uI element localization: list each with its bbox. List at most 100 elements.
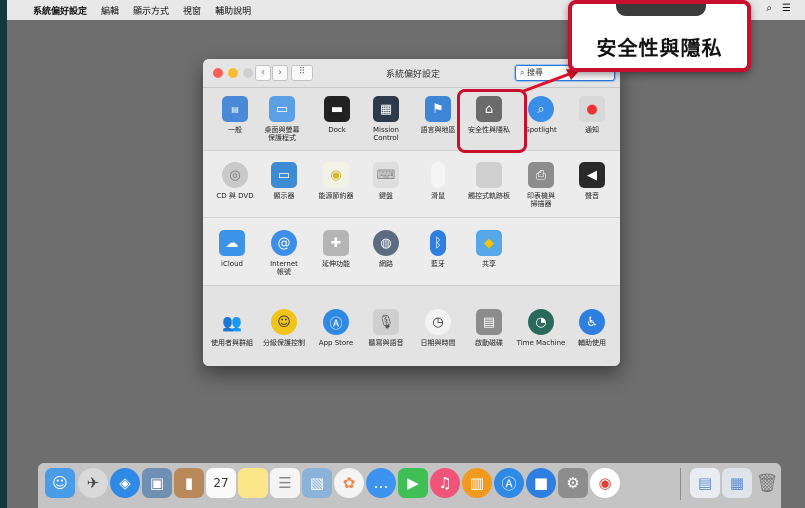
pref-time-machine[interactable]: ◔ Time Machine: [516, 309, 566, 347]
safari-icon[interactable]: ◈: [110, 468, 140, 498]
microphone-icon: 🎙: [373, 309, 399, 335]
menu-edit[interactable]: 編輯: [101, 4, 119, 17]
photos-icon[interactable]: ✿: [334, 468, 364, 498]
pref-bluetooth[interactable]: ᛒ 藍牙: [413, 230, 463, 268]
pref-parental-controls[interactable]: ☺ 分級保護控制: [259, 309, 309, 347]
chrome-icon[interactable]: ◉: [590, 468, 620, 498]
accessibility-icon: ♿: [579, 309, 605, 335]
system-preferences-dock-icon[interactable]: ⚙: [558, 468, 588, 498]
cloud-icon: ☁: [219, 230, 245, 256]
preview-icon[interactable]: ▧: [302, 468, 332, 498]
zoom-app-icon[interactable]: ■: [526, 468, 556, 498]
keyboard-icon: ⌨: [373, 162, 399, 188]
pref-users-groups[interactable]: 👥 使用者與群組: [207, 309, 257, 348]
show-all-button[interactable]: ⠿: [291, 65, 313, 81]
lock-house-icon: [616, 4, 706, 16]
at-sign-icon: @: [271, 230, 297, 256]
close-button[interactable]: [213, 68, 223, 78]
system-preferences-window: ‹ › ⠿ 系統偏好設定 ⌕ 搜尋 ▤ 一般 ▭ 桌面與螢幕 保護程式 ▬ Do…: [203, 59, 620, 366]
back-button[interactable]: ‹: [255, 65, 271, 81]
photo-booth-icon[interactable]: ▣: [142, 468, 172, 498]
menu-view[interactable]: 顯示方式: [133, 4, 169, 17]
pref-internet-accounts[interactable]: @ Internet 帳號: [259, 230, 309, 276]
pref-keyboard[interactable]: ⌨ 鍵盤: [361, 162, 411, 200]
pref-energy-saver[interactable]: ◉ 能源節約器: [311, 162, 361, 200]
pref-desktop-screensaver[interactable]: ▭ 桌面與螢幕 保護程式: [257, 96, 307, 142]
pref-trackpad[interactable]: 觸控式軌跡板: [464, 162, 514, 200]
users-icon: 👥: [222, 312, 242, 332]
trash-icon[interactable]: 🗑: [752, 468, 782, 498]
app-store-dock-icon[interactable]: Ⓐ: [494, 468, 524, 498]
finder-icon[interactable]: ☺: [45, 468, 75, 498]
downloads-folder-icon[interactable]: ▤: [690, 468, 720, 498]
callout-label: 安全性與隱私: [596, 36, 723, 60]
spotlight-search-icon[interactable]: ⌕: [766, 3, 772, 14]
grid-icon: ⠿: [298, 67, 306, 77]
sharing-folder-icon: ◆: [476, 230, 502, 256]
pref-dock[interactable]: ▬ Dock: [312, 96, 362, 134]
pref-cd-dvd[interactable]: ◎ CD 與 DVD: [210, 162, 260, 200]
zoom-callout: 安全性與隱私: [568, 0, 751, 72]
pref-language-region[interactable]: ⚑ 語言與地區: [413, 96, 463, 134]
pref-extensions[interactable]: ✚ 延伸功能: [311, 230, 361, 268]
bluetooth-icon: ᛒ: [430, 230, 446, 256]
minimize-button[interactable]: [228, 68, 238, 78]
trackpad-icon: [476, 162, 502, 188]
pref-mouse[interactable]: 滑鼠: [413, 162, 463, 200]
general-icon: ▤: [222, 96, 248, 122]
itunes-icon[interactable]: ♫: [430, 468, 460, 498]
pref-displays[interactable]: ▭ 顯示器: [259, 162, 309, 200]
globe-icon: ◍: [373, 230, 399, 256]
menu-help[interactable]: 輔助說明: [215, 4, 251, 17]
mouse-icon: [431, 162, 445, 188]
dock-separator: [680, 468, 681, 500]
facetime-icon[interactable]: ▶: [398, 468, 428, 498]
pref-startup-disk[interactable]: ▤ 啟動磁碟: [464, 309, 514, 347]
lightbulb-icon: ◉: [323, 162, 349, 188]
flag-icon: ⚑: [425, 96, 451, 122]
zoom-button[interactable]: [243, 68, 253, 78]
launchpad-icon[interactable]: ✈: [78, 468, 108, 498]
calendar-day: 27: [213, 476, 229, 490]
search-icon: ⌕: [520, 68, 525, 77]
window-titlebar: ‹ › ⠿ 系統偏好設定 ⌕ 搜尋: [203, 59, 620, 88]
chevron-right-icon: ›: [278, 67, 282, 78]
window-title: 系統偏好設定: [385, 70, 440, 80]
row-divider: [203, 217, 620, 218]
reminders-icon[interactable]: ☰: [270, 468, 300, 498]
speaker-icon: ◀: [579, 162, 605, 188]
ibooks-icon[interactable]: ▥: [462, 468, 492, 498]
pref-network[interactable]: ◍ 網路: [361, 230, 411, 268]
printer-icon: ⎙: [528, 162, 554, 188]
pref-mission-control[interactable]: ▦ Mission Control: [361, 96, 411, 142]
documents-folder-icon[interactable]: ▦: [722, 468, 752, 498]
pref-dictation-speech[interactable]: 🎙 聽寫與語音: [361, 309, 411, 347]
disc-icon: ◎: [222, 162, 248, 188]
calendar-icon[interactable]: 27: [206, 468, 236, 498]
pref-printers-scanners[interactable]: ⎙ 印表機與 掃描器: [516, 162, 566, 208]
notes-icon[interactable]: [238, 468, 268, 498]
notification-list-icon[interactable]: ☰: [782, 3, 791, 14]
menu-app-name[interactable]: 系統偏好設定: [33, 4, 87, 17]
pref-sound[interactable]: ◀ 聲音: [567, 162, 617, 200]
app-store-icon: Ⓐ: [323, 309, 349, 335]
pref-app-store[interactable]: Ⓐ App Store: [311, 309, 361, 347]
notifications-icon: ●: [579, 96, 605, 122]
contacts-icon[interactable]: ▮: [174, 468, 204, 498]
puzzle-icon: ✚: [323, 230, 349, 256]
pref-accessibility[interactable]: ♿ 輔助使用: [567, 309, 617, 347]
pref-general[interactable]: ▤ 一般: [210, 96, 260, 134]
pref-date-time[interactable]: ◷ 日期與時間: [413, 309, 463, 347]
clock-calendar-icon: ◷: [425, 309, 451, 335]
dock-icon: ▬: [324, 96, 350, 122]
menu-extras: ⌕ ☰: [766, 3, 791, 14]
pref-icloud[interactable]: ☁ iCloud: [207, 230, 257, 268]
magnifier-icon: ⌕: [528, 96, 554, 122]
mission-control-icon: ▦: [373, 96, 399, 122]
pref-notifications[interactable]: ● 通知: [567, 96, 617, 134]
pref-sharing[interactable]: ◆ 共享: [464, 230, 514, 268]
forward-button[interactable]: ›: [272, 65, 288, 81]
desktop-icon: ▭: [269, 96, 295, 122]
messages-icon[interactable]: …: [366, 468, 396, 498]
menu-window[interactable]: 視窗: [183, 4, 201, 17]
